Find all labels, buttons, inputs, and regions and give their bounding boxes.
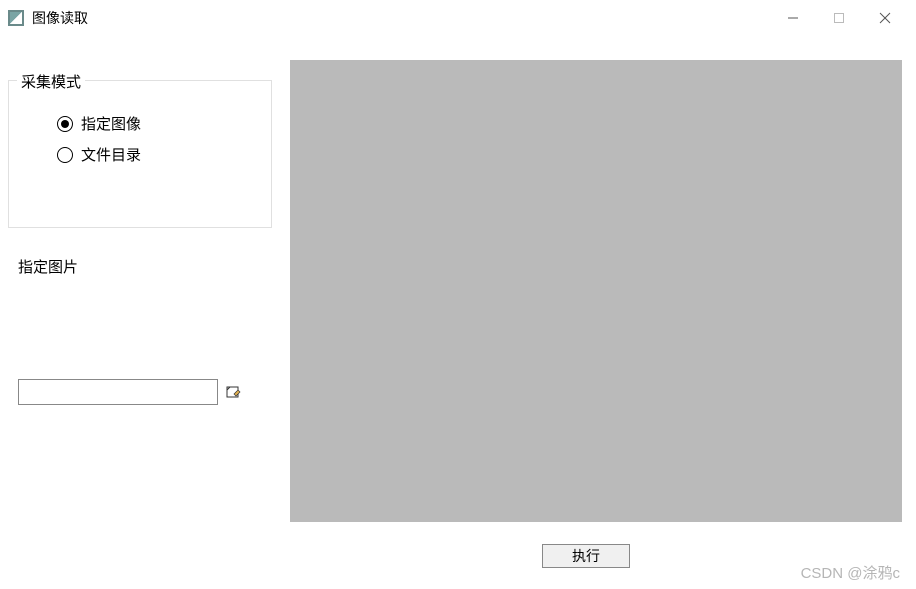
watermark: CSDN @涂鸦c	[801, 562, 900, 583]
radio-file-directory[interactable]: 文件目录	[57, 144, 271, 165]
path-row	[18, 379, 244, 405]
file-open-icon	[225, 384, 241, 400]
path-input[interactable]	[18, 379, 218, 405]
radio-specify-image[interactable]: 指定图像	[57, 113, 271, 134]
radio-label: 文件目录	[81, 144, 141, 165]
run-button-label: 执行	[572, 546, 600, 566]
radio-icon	[57, 116, 73, 132]
run-button[interactable]: 执行	[542, 544, 630, 568]
app-icon	[8, 10, 24, 26]
browse-button[interactable]	[222, 381, 244, 403]
close-button[interactable]	[862, 3, 908, 33]
specify-image-label: 指定图片	[18, 256, 78, 277]
content-area: 采集模式 指定图像 文件目录 指定图片 执行 CSDN @涂鸦c	[0, 36, 916, 589]
radio-icon	[57, 147, 73, 163]
radio-group: 指定图像 文件目录	[9, 81, 271, 165]
minimize-button[interactable]	[770, 3, 816, 33]
titlebar: 图像读取	[0, 0, 916, 36]
maximize-button[interactable]	[816, 3, 862, 33]
capture-mode-group: 采集模式 指定图像 文件目录	[8, 80, 272, 228]
radio-label: 指定图像	[81, 113, 141, 134]
window-title: 图像读取	[32, 8, 770, 28]
capture-mode-label: 采集模式	[17, 71, 85, 92]
image-display-canvas	[290, 60, 902, 522]
